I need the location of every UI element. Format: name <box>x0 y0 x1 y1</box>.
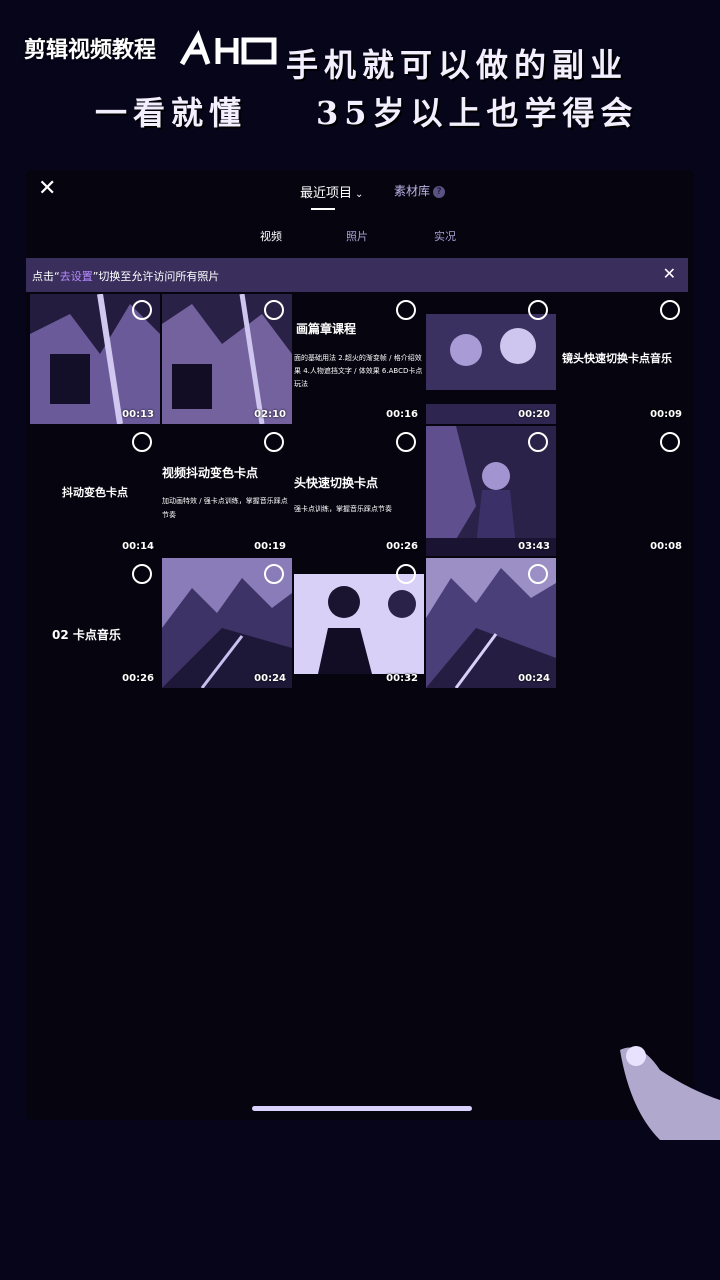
segment-photo[interactable]: 照片 <box>346 228 368 244</box>
duration-label: 00:26 <box>386 541 418 552</box>
duration-label: 00:26 <box>122 673 154 684</box>
media-thumbnail[interactable]: 03:43 <box>426 426 556 556</box>
media-thumbnail[interactable]: 抖动变色卡点 00:14 <box>30 426 160 556</box>
select-circle-icon[interactable] <box>660 432 680 452</box>
media-thumbnail[interactable]: 视频抖动变色卡点 加动画特效 / 强卡点训练，掌握音乐踩点节奏 00:19 <box>162 426 292 556</box>
banner-text: 点击“去设置”切换至允许访问所有照片 <box>32 268 219 284</box>
duration-label: 00:32 <box>386 673 418 684</box>
tab-material-library[interactable]: 素材库? <box>394 182 446 199</box>
select-circle-icon[interactable] <box>396 432 416 452</box>
headline-line-2b: 35岁以上也学得会 <box>316 94 639 132</box>
channel-title: 剪辑视频教程 <box>24 38 157 63</box>
thumbnail-title: 头快速切换卡点 <box>294 476 379 490</box>
select-circle-icon[interactable] <box>396 300 416 320</box>
headline-line-1: 手机就可以做的副业 <box>286 46 629 84</box>
segment-live[interactable]: 实况 <box>434 228 456 244</box>
duration-label: 00:09 <box>650 409 682 420</box>
thumbnail-title: 镜头快速切换卡点音乐 <box>562 352 672 365</box>
media-thumbnail[interactable]: 00:08 <box>558 426 688 556</box>
banner-suffix: ”切换至允许访问所有照片 <box>92 270 220 283</box>
select-circle-icon[interactable] <box>660 300 680 320</box>
media-grid: 00:13 02:10 画篇章课程 面的基础用法 2.超火的渐变帧 / 格介绍效… <box>30 294 690 694</box>
media-thumbnail[interactable]: 画篇章课程 面的基础用法 2.超火的渐变帧 / 格介绍效果 4.人物遮挡文字 /… <box>294 294 424 424</box>
thumbnail-title: 抖动变色卡点 <box>62 486 128 499</box>
close-icon[interactable]: ✕ <box>38 178 58 200</box>
permission-banner[interactable]: 点击“去设置”切换至允许访问所有照片 ✕ <box>26 258 688 292</box>
duration-label: 00:24 <box>518 673 550 684</box>
duration-label: 00:20 <box>518 409 550 420</box>
tab-recent-label: 最近项目 <box>300 186 353 201</box>
banner-close-icon[interactable]: ✕ <box>663 264 676 283</box>
select-circle-icon[interactable] <box>396 564 416 584</box>
media-thumbnail[interactable]: 00:24 <box>162 558 292 688</box>
duration-label: 02:10 <box>254 409 286 420</box>
thumbnail-title: 视频抖动变色卡点 <box>162 466 259 480</box>
select-circle-icon[interactable] <box>528 564 548 584</box>
active-tab-indicator <box>311 208 335 210</box>
banner-prefix: 点击“ <box>32 270 60 283</box>
duration-label: 03:43 <box>518 541 550 552</box>
duration-label: 00:19 <box>254 541 286 552</box>
help-icon[interactable]: ? <box>433 185 446 198</box>
media-thumbnail[interactable]: 头快速切换卡点 强卡点训练，掌握音乐踩点节奏 00:26 <box>294 426 424 556</box>
thumbnail-subtitle: 面的基础用法 2.超火的渐变帧 / 格介绍效果 4.人物遮挡文字 / 体效果 6… <box>294 354 423 388</box>
thumbnail-title: 画篇章课程 <box>296 322 357 336</box>
media-thumbnail[interactable]: 00:32 <box>294 558 424 688</box>
duration-label: 00:16 <box>386 409 418 420</box>
headline-line-2a: 一看就懂 <box>95 94 248 132</box>
select-circle-icon[interactable] <box>528 432 548 452</box>
select-circle-icon[interactable] <box>264 300 284 320</box>
top-bar: ✕ 最近项目 ⌄ 素材库? <box>26 170 694 214</box>
select-circle-icon[interactable] <box>132 300 152 320</box>
home-indicator[interactable] <box>252 1106 472 1111</box>
tab-library-label: 素材库 <box>394 184 431 198</box>
media-thumbnail[interactable]: 00:20 <box>426 294 556 424</box>
media-thumbnail[interactable]: 02:10 <box>162 294 292 424</box>
duration-label: 00:13 <box>122 409 154 420</box>
segment-video[interactable]: 视频 <box>260 228 282 244</box>
select-circle-icon[interactable] <box>528 300 548 320</box>
logo-graphic <box>179 30 277 66</box>
media-thumbnail[interactable]: 02 卡点音乐 00:26 <box>30 558 160 688</box>
select-circle-icon[interactable] <box>264 432 284 452</box>
duration-label: 00:08 <box>650 541 682 552</box>
duration-label: 00:24 <box>254 673 286 684</box>
banner-settings-link[interactable]: 去设置 <box>60 270 93 283</box>
media-thumbnail[interactable]: 镜头快速切换卡点音乐 00:09 <box>558 294 688 424</box>
thumbnail-title: 02 卡点音乐 <box>52 628 121 642</box>
thumbnail-subtitle: 强卡点训练，掌握音乐踩点节奏 <box>294 505 392 513</box>
select-circle-icon[interactable] <box>264 564 284 584</box>
media-thumbnail[interactable]: 00:24 <box>426 558 556 688</box>
select-circle-icon[interactable] <box>132 432 152 452</box>
select-circle-icon[interactable] <box>132 564 152 584</box>
hand-graphic <box>620 1046 720 1140</box>
thumbnail-subtitle: 加动画特效 / 强卡点训练，掌握音乐踩点节奏 <box>162 497 288 519</box>
media-thumbnail[interactable]: 00:13 <box>30 294 160 424</box>
tab-recent-projects[interactable]: 最近项目 ⌄ <box>300 182 363 201</box>
chevron-down-icon: ⌄ <box>355 189 364 200</box>
duration-label: 00:14 <box>122 541 154 552</box>
